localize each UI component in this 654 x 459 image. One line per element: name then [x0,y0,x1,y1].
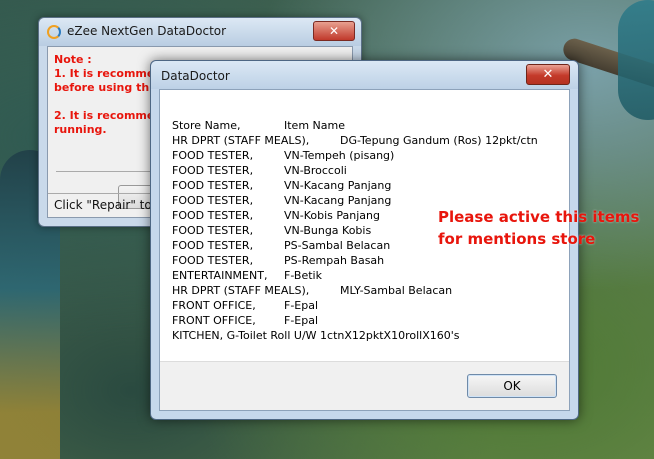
note-text: Note : 1. It is recommen before using th… [54,53,163,136]
ok-button[interactable]: OK [467,374,557,398]
dialog-footer: OK [160,361,569,410]
back-window-close-button[interactable]: ✕ [313,21,355,41]
dialog-title: DataDoctor [161,69,230,83]
back-window-titlebar[interactable]: eZee NextGen DataDoctor ✕ [39,18,361,46]
background-bird [618,0,654,120]
store-name-header: Store Name, [172,119,241,132]
back-window-title: eZee NextGen DataDoctor [67,24,227,38]
dialog-close-button[interactable]: ✕ [526,64,570,85]
annotation-text: Please active this items for mentions st… [438,208,640,248]
dialog-client: Store Name, Item Name HR DPRT (STAFF MEA… [159,89,570,411]
dialog-titlebar[interactable]: DataDoctor ✕ [151,61,578,89]
app-icon [47,25,61,39]
item-name-header: Item Name [284,119,345,132]
